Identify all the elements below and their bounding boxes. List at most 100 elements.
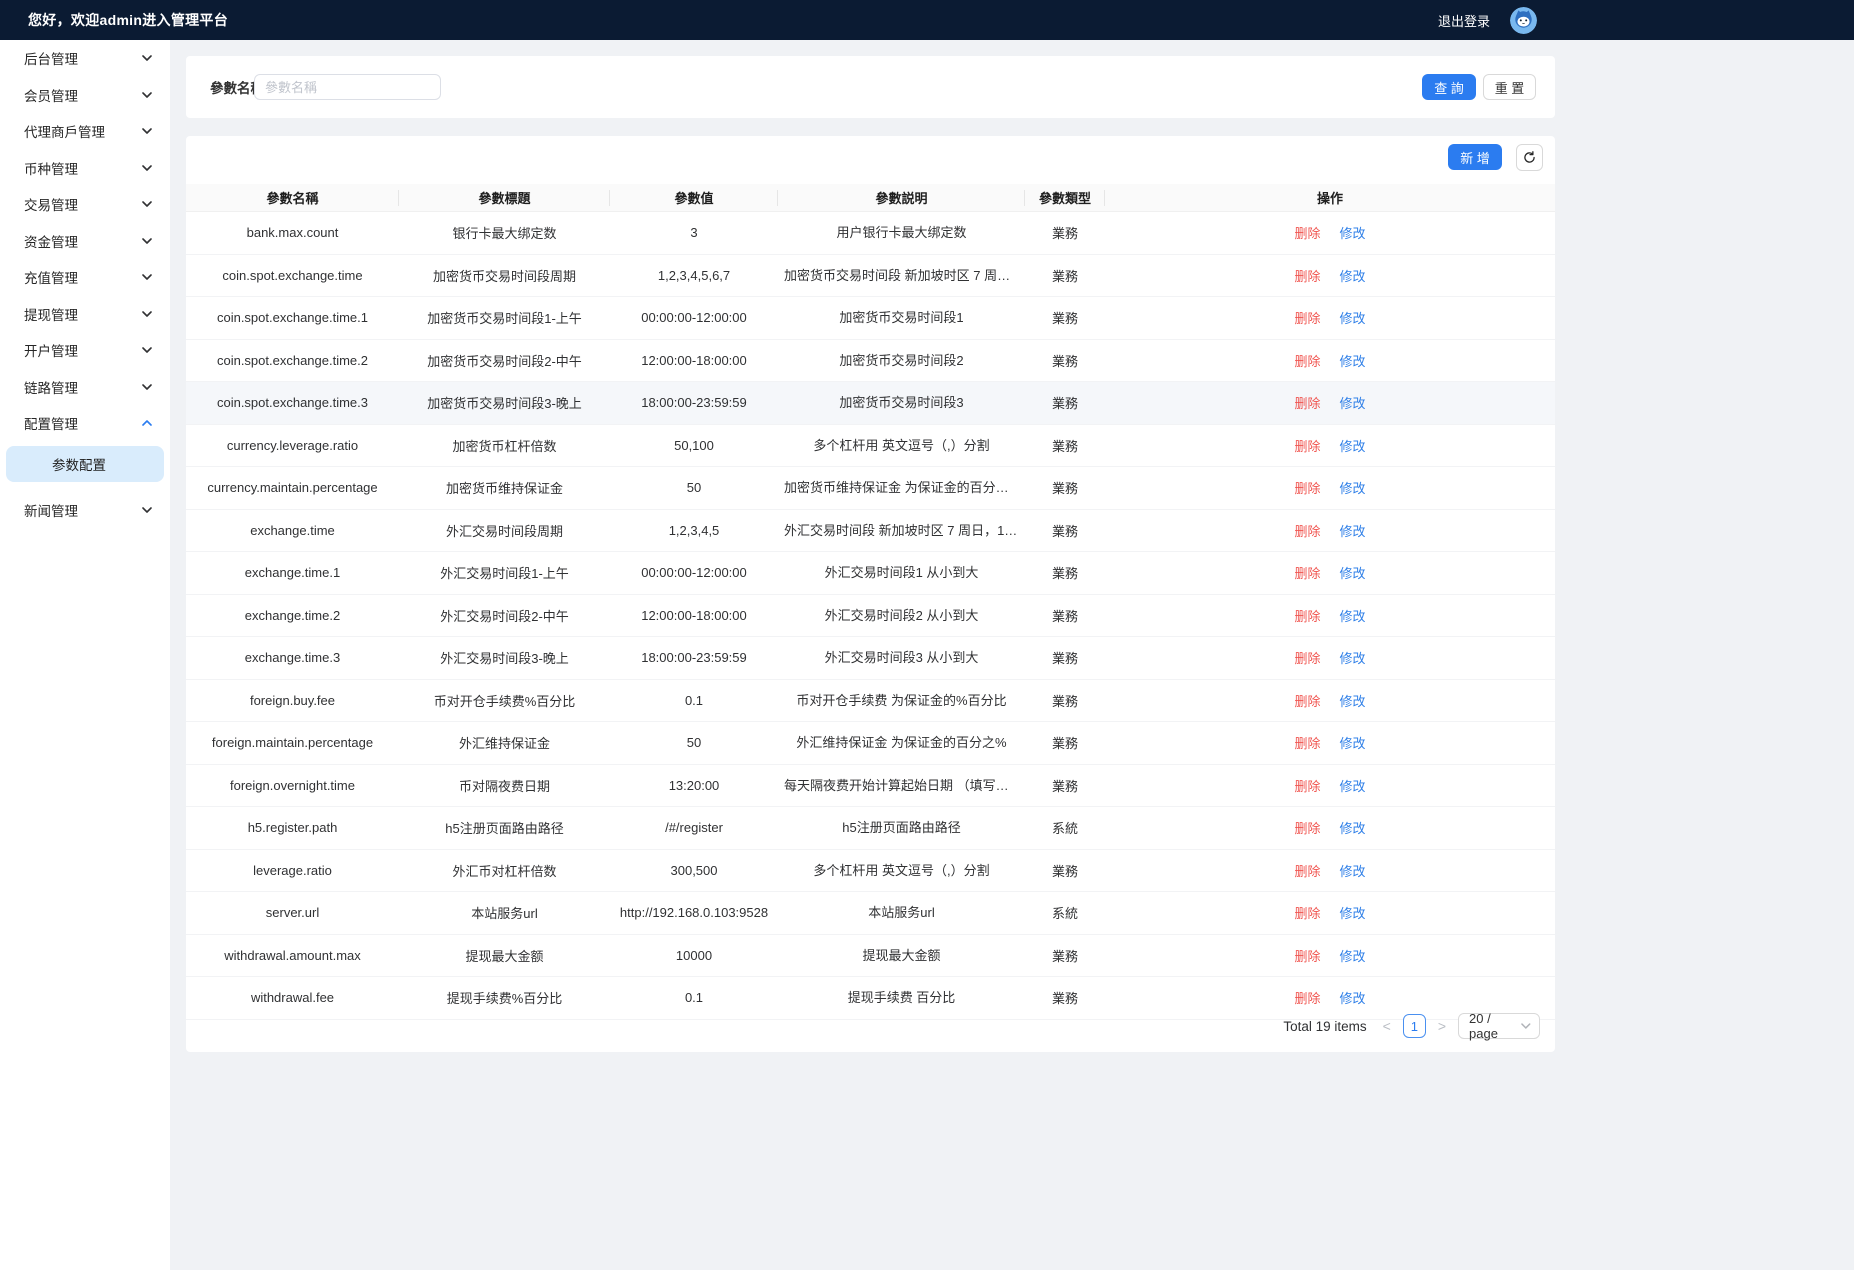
edit-link[interactable]: 修改 <box>1340 393 1366 412</box>
delete-link[interactable]: 删除 <box>1294 223 1320 242</box>
delete-link[interactable]: 删除 <box>1294 861 1320 880</box>
sidebar-menu-item[interactable]: 后台管理 <box>0 40 170 77</box>
cell-actions: 删除 修改 <box>1105 850 1555 892</box>
cell-param-value: 13:20:00 <box>668 777 720 793</box>
page-size-select[interactable]: 20 / page <box>1458 1011 1540 1041</box>
delete-link[interactable]: 删除 <box>1294 521 1320 540</box>
cell-param-desc: 用户银行卡最大绑定数 <box>836 225 967 240</box>
sidebar-menu-item[interactable]: 币种管理 <box>0 150 170 187</box>
cell-actions: 删除 修改 <box>1105 552 1555 594</box>
sidebar-item-label: 链路管理 <box>24 380 78 396</box>
sidebar-menu-item[interactable]: 代理商戶管理 <box>0 113 170 150</box>
delete-link[interactable]: 删除 <box>1294 351 1320 370</box>
sidebar-menu-item[interactable]: 链路管理 <box>0 369 170 406</box>
cell-param-title: 加密货币杠杆倍数 <box>452 438 557 454</box>
cell-param-type: 業務 <box>1051 438 1078 454</box>
prev-page-button[interactable]: < <box>1381 1018 1393 1034</box>
edit-link[interactable]: 修改 <box>1340 308 1366 327</box>
cell-param-type: 業務 <box>1051 948 1078 964</box>
edit-link[interactable]: 修改 <box>1340 351 1366 370</box>
table-row: coin.spot.exchange.time.3 加密货币交易时间段3-晚上 … <box>186 382 1555 425</box>
refresh-button[interactable] <box>1516 144 1543 171</box>
edit-link[interactable]: 修改 <box>1340 436 1366 455</box>
edit-link[interactable]: 修改 <box>1340 223 1366 242</box>
sidebar-menu-item[interactable]: 提现管理 <box>0 296 170 333</box>
delete-link[interactable]: 删除 <box>1294 691 1320 710</box>
cell-param-value: /#/register <box>665 820 723 836</box>
logout-button[interactable]: 退出登录 <box>1438 11 1490 30</box>
top-navbar: 您好，欢迎admin进入管理平台 退出登录 <box>0 0 1854 40</box>
header-param-value: 參數值 <box>610 184 778 211</box>
cell-actions: 删除 修改 <box>1105 935 1555 977</box>
table-row: currency.leverage.ratio 加密货币杠杆倍数 50,100 … <box>186 425 1555 467</box>
edit-link[interactable]: 修改 <box>1340 903 1366 922</box>
delete-link[interactable]: 删除 <box>1294 648 1320 667</box>
sidebar-menu-item[interactable]: 配置管理 <box>0 405 170 442</box>
edit-link[interactable]: 修改 <box>1340 733 1366 752</box>
delete-link[interactable]: 删除 <box>1294 606 1320 625</box>
cell-param-title: 加密货币交易时间段2-中午 <box>427 353 582 369</box>
sidebar-item-label: 提现管理 <box>24 307 78 323</box>
edit-link[interactable]: 修改 <box>1340 478 1366 497</box>
sidebar-submenu-item[interactable]: 参数配置 <box>6 445 164 482</box>
sidebar-menu-item[interactable]: 资金管理 <box>0 223 170 260</box>
delete-link[interactable]: 删除 <box>1294 733 1320 752</box>
table-row: withdrawal.amount.max 提现最大金额 10000 提现最大金… <box>186 935 1555 977</box>
chevron-down-icon <box>142 310 152 317</box>
delete-link[interactable]: 删除 <box>1294 818 1320 837</box>
page-number-button[interactable]: 1 <box>1402 1014 1426 1038</box>
cell-param-name: h5.register.path <box>247 820 338 836</box>
cell-actions: 删除 修改 <box>1105 467 1555 509</box>
reset-button[interactable]: 重 置 <box>1483 74 1536 100</box>
delete-link[interactable]: 删除 <box>1294 563 1320 582</box>
delete-link[interactable]: 删除 <box>1294 776 1320 795</box>
sidebar-menu-item[interactable]: 交易管理 <box>0 186 170 223</box>
sidebar-item-label: 资金管理 <box>24 234 78 250</box>
delete-link[interactable]: 删除 <box>1294 903 1320 922</box>
cell-param-title: 外汇交易时间段周期 <box>445 523 563 539</box>
cell-param-value: 50,100 <box>674 437 714 453</box>
next-page-button[interactable]: > <box>1436 1018 1448 1034</box>
header-actions: 操作 <box>1316 191 1343 206</box>
add-button[interactable]: 新 增 <box>1448 144 1502 170</box>
cell-param-desc: 加密货币交易时间段 新加坡时区 7 周日，1 ... <box>784 267 1025 283</box>
edit-link[interactable]: 修改 <box>1340 946 1366 965</box>
cell-param-type: 業務 <box>1051 863 1078 879</box>
cell-param-value: 12:00:00-18:00:00 <box>641 607 747 623</box>
edit-link[interactable]: 修改 <box>1340 606 1366 625</box>
cell-param-value: http://192.168.0.103:9528 <box>619 905 769 921</box>
query-button[interactable]: 查 詢 <box>1422 74 1476 100</box>
delete-link[interactable]: 删除 <box>1294 436 1320 455</box>
search-input[interactable] <box>254 74 441 100</box>
cell-actions: 删除 修改 <box>1105 680 1555 722</box>
chevron-down-icon <box>142 91 152 98</box>
cell-param-value: 00:00:00-12:00:00 <box>641 565 747 581</box>
edit-link[interactable]: 修改 <box>1340 691 1366 710</box>
sidebar-menu-item[interactable]: 开户管理 <box>0 332 170 369</box>
edit-link[interactable]: 修改 <box>1340 861 1366 880</box>
cell-param-desc: 加密货币交易时间段2 <box>839 352 964 368</box>
delete-link[interactable]: 删除 <box>1294 308 1320 327</box>
delete-link[interactable]: 删除 <box>1294 946 1320 965</box>
cell-param-title: 外汇交易时间段2-中午 <box>440 608 569 624</box>
sidebar-menu-item[interactable]: 充值管理 <box>0 259 170 296</box>
delete-link[interactable]: 删除 <box>1294 393 1320 412</box>
delete-link[interactable]: 删除 <box>1294 266 1320 285</box>
cell-actions: 删除 修改 <box>1105 637 1555 679</box>
sidebar-menu-item[interactable]: 新闻管理 <box>0 492 170 529</box>
cell-actions: 删除 修改 <box>1105 510 1555 552</box>
edit-link[interactable]: 修改 <box>1340 818 1366 837</box>
table-row: server.url 本站服务url http://192.168.0.103:… <box>186 892 1555 935</box>
delete-link[interactable]: 删除 <box>1294 478 1320 497</box>
sidebar-menu-item[interactable]: 会员管理 <box>0 77 170 114</box>
edit-link[interactable]: 修改 <box>1340 563 1366 582</box>
cell-param-desc: 外汇交易时间段1 从小到大 <box>824 565 979 580</box>
sidebar-item-label: 参数配置 <box>52 457 106 473</box>
avatar[interactable] <box>1510 6 1537 34</box>
edit-link[interactable]: 修改 <box>1340 648 1366 667</box>
edit-link[interactable]: 修改 <box>1340 266 1366 285</box>
edit-link[interactable]: 修改 <box>1340 776 1366 795</box>
cell-param-desc: 加密货币交易时间段3 <box>839 395 964 410</box>
avatar-image <box>1510 6 1537 34</box>
edit-link[interactable]: 修改 <box>1340 521 1366 540</box>
